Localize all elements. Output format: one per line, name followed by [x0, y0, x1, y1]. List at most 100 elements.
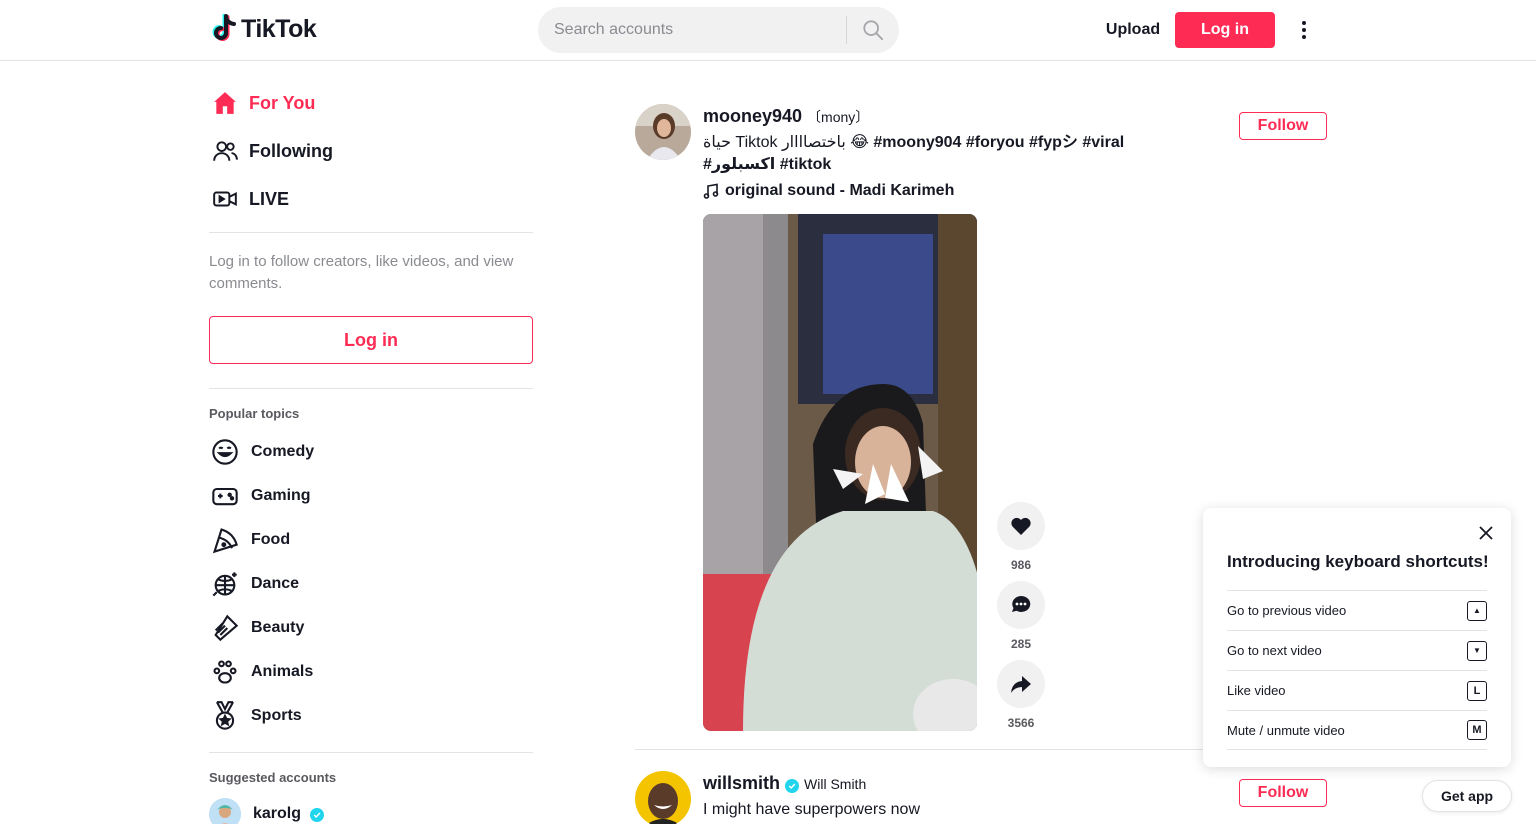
- topic-label: Animals: [251, 663, 314, 680]
- tiktok-note-icon: [212, 14, 236, 41]
- live-camera-icon: [209, 183, 241, 215]
- username: willsmith: [703, 773, 781, 793]
- video-frame-image: [703, 214, 977, 731]
- sidebar-login-button[interactable]: Log in: [209, 316, 533, 364]
- verified-badge-icon: [310, 808, 325, 822]
- shortcut-label: Mute / unmute video: [1227, 722, 1345, 738]
- vertical-dots-icon: [1302, 21, 1306, 39]
- suggested-username: karolg: [253, 805, 302, 822]
- logo-text: TikTok: [241, 14, 317, 43]
- upload-button[interactable]: Upload: [1098, 12, 1168, 48]
- search-input[interactable]: [538, 7, 846, 53]
- like-count: 986: [1010, 558, 1032, 572]
- comment-action: 285: [997, 581, 1045, 651]
- nav-item-for-you[interactable]: For You: [209, 79, 533, 127]
- search-bar: [538, 7, 899, 53]
- shortcut-label: Go to next video: [1227, 643, 1322, 658]
- topic-food[interactable]: Food: [209, 520, 533, 560]
- username: mooney940: [703, 106, 803, 126]
- sidebar-divider: [209, 388, 533, 389]
- arrow-up-key-icon: ▲: [1467, 600, 1487, 621]
- topic-sports[interactable]: Sports: [209, 696, 533, 736]
- paw-icon: [209, 656, 241, 688]
- suggested-accounts-title: Suggested accounts: [209, 770, 337, 785]
- music-note-icon: [703, 183, 719, 199]
- topic-gaming[interactable]: Gaming: [209, 476, 533, 516]
- popup-title: Introducing keyboard shortcuts!: [1227, 552, 1489, 571]
- close-button[interactable]: [1477, 524, 1495, 542]
- video-post: willsmith Will Smith I might have superp…: [635, 771, 1327, 824]
- like-button[interactable]: [997, 502, 1045, 550]
- nickname: Will Smith: [804, 776, 867, 792]
- sidebar-divider: [209, 752, 533, 753]
- post-author[interactable]: willsmith Will Smith: [703, 773, 866, 794]
- shortcut-label: Go to previous video: [1227, 603, 1347, 618]
- tiktok-logo[interactable]: TikTok: [212, 14, 317, 44]
- shortcut-row: Go to next video ▼: [1227, 630, 1487, 670]
- search-icon: [863, 20, 884, 41]
- disco-ball-icon: [209, 568, 241, 600]
- gamepad-icon: [209, 480, 241, 512]
- following-users-icon: [209, 135, 241, 167]
- avatar[interactable]: [635, 771, 691, 824]
- avatar[interactable]: [635, 104, 691, 160]
- nav-label: LIVE: [249, 188, 290, 209]
- shortcut-row: Like video L: [1227, 670, 1487, 710]
- topic-comedy[interactable]: Comedy: [209, 432, 533, 472]
- top-header: TikTok Upload Log in: [0, 0, 1536, 61]
- get-app-button[interactable]: Get app: [1422, 780, 1512, 812]
- arrow-down-key-icon: ▼: [1467, 640, 1487, 661]
- comment-count: 285: [1010, 637, 1032, 651]
- follow-button[interactable]: Follow: [1239, 779, 1327, 807]
- topic-label: Sports: [251, 707, 302, 724]
- post-caption: I might have superpowers now: [703, 801, 920, 818]
- shortcut-row: Mute / unmute video M: [1227, 710, 1487, 750]
- pizza-icon: [209, 524, 241, 556]
- nav-label: For You: [249, 92, 316, 113]
- heart-icon: [1011, 517, 1031, 535]
- topic-animals[interactable]: Animals: [209, 652, 533, 692]
- search-button[interactable]: [847, 7, 899, 53]
- music-title: original sound - Madi Karimeh: [725, 182, 955, 199]
- comment-button[interactable]: [997, 581, 1045, 629]
- share-count: 3566: [1007, 716, 1035, 730]
- follow-button[interactable]: Follow: [1239, 112, 1327, 140]
- share-button[interactable]: [997, 660, 1045, 708]
- shortcut-row: Go to previous video ▲: [1227, 590, 1487, 630]
- nav-label: Following: [249, 140, 333, 161]
- login-prompt: Log in to follow creators, like videos, …: [209, 253, 514, 292]
- post-caption: حياة Tiktok باختصاااار 😂 #moony904 #fory…: [703, 132, 1193, 176]
- suggested-account-item[interactable]: karolg: [209, 798, 325, 824]
- nav-item-live[interactable]: LIVE: [209, 175, 533, 223]
- topic-label: Dance: [251, 575, 300, 592]
- avatar: [209, 798, 241, 824]
- topic-label: Beauty: [251, 619, 305, 636]
- keyboard-shortcuts-popup: Introducing keyboard shortcuts! Go to pr…: [1203, 508, 1511, 767]
- music-link[interactable]: original sound - Madi Karimeh: [703, 182, 954, 200]
- home-icon: [209, 87, 241, 119]
- topic-label: Food: [251, 531, 291, 548]
- share-action: 3566: [997, 660, 1045, 730]
- like-action: 986: [997, 502, 1045, 572]
- topic-label: Comedy: [251, 443, 315, 460]
- post-author[interactable]: mooney940 〔mony〕: [703, 106, 869, 127]
- nickname: 〔mony〕: [807, 109, 870, 125]
- more-options-button[interactable]: [1294, 18, 1314, 42]
- topic-beauty[interactable]: Beauty: [209, 608, 533, 648]
- l-key-icon: L: [1467, 680, 1487, 701]
- sidebar-divider: [209, 232, 533, 233]
- topic-dance[interactable]: Dance: [209, 564, 533, 604]
- topic-label: Gaming: [251, 487, 311, 504]
- shortcut-label: Like video: [1227, 683, 1286, 698]
- popular-topics-title: Popular topics: [209, 406, 300, 421]
- share-arrow-icon: [1011, 676, 1031, 693]
- header-login-button[interactable]: Log in: [1175, 12, 1275, 48]
- video-player[interactable]: [703, 214, 977, 731]
- smile-icon: [209, 436, 241, 468]
- medal-icon: [209, 700, 241, 732]
- close-icon: [1479, 526, 1493, 540]
- caption-text: حياة Tiktok باختصاااار 😂: [703, 134, 874, 151]
- verified-badge-icon: [785, 779, 800, 793]
- nav-item-following[interactable]: Following: [209, 127, 533, 175]
- comment-icon: [1012, 595, 1031, 612]
